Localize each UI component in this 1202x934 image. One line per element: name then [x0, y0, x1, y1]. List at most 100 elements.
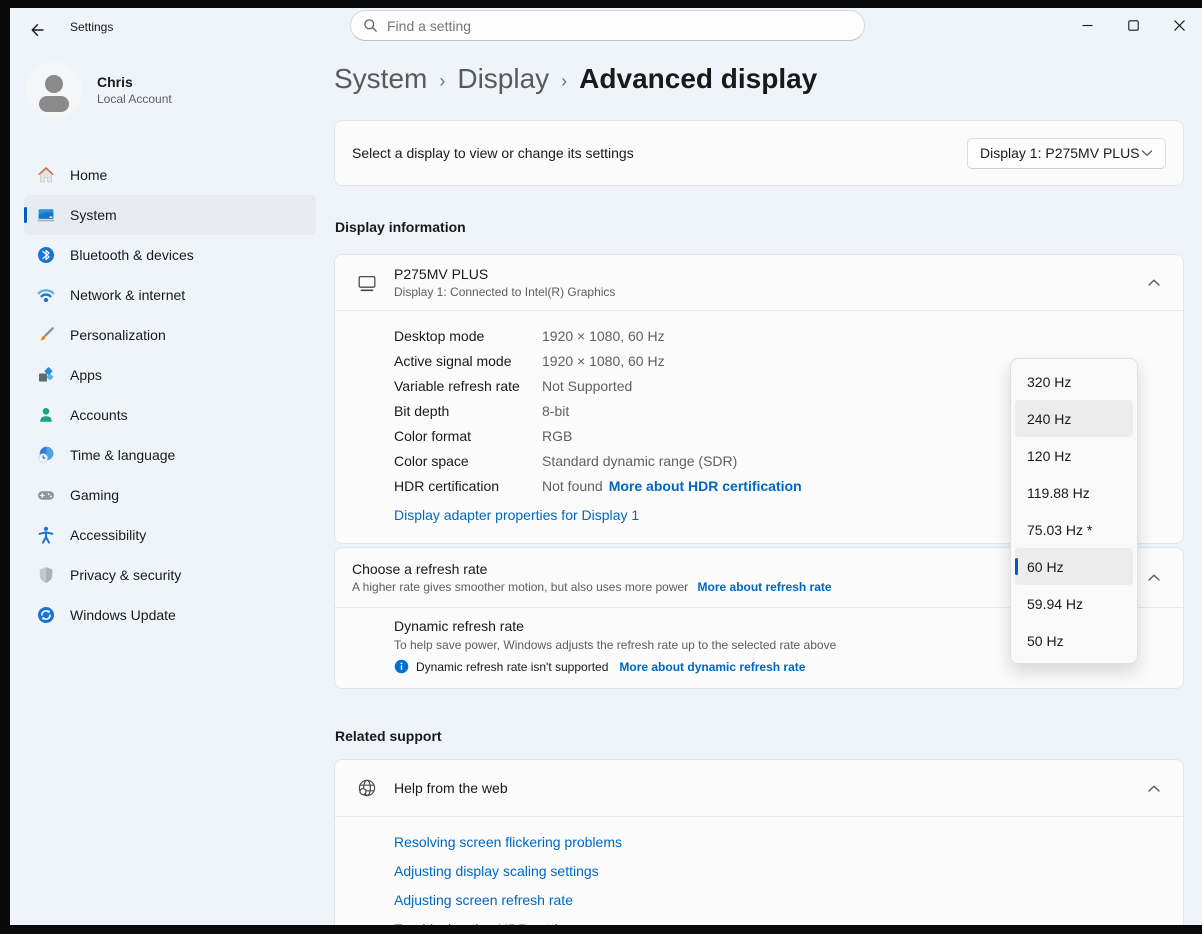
display-information-header[interactable]: P275MV PLUS Display 1: Connected to Inte…	[335, 255, 1183, 310]
related-support-card: Help from the web Resolving screen flick…	[334, 759, 1184, 925]
sidebar-item-gaming[interactable]: Gaming	[24, 475, 316, 515]
sidebar-item-label: Privacy & security	[70, 567, 181, 583]
sidebar-item-label: System	[70, 207, 117, 223]
refresh-rate-option[interactable]: 75.03 Hz *	[1015, 511, 1133, 548]
breadcrumb-system[interactable]: System	[334, 63, 427, 95]
system-icon	[36, 205, 56, 225]
device-name: P275MV PLUS	[394, 266, 1139, 282]
sidebar-item-privacy[interactable]: Privacy & security	[24, 555, 316, 595]
sidebar-item-label: Apps	[70, 367, 102, 383]
accessibility-icon	[36, 525, 56, 545]
apps-icon	[36, 365, 56, 385]
account-button[interactable]: Chris Local Account	[24, 58, 316, 128]
breadcrumb-display[interactable]: Display	[457, 63, 549, 95]
sidebar-item-home[interactable]: Home	[24, 155, 316, 195]
minimize-button[interactable]	[1064, 8, 1110, 42]
sidebar-item-label: Gaming	[70, 487, 119, 503]
account-name: Chris	[97, 74, 172, 90]
chevron-up-icon	[1147, 573, 1161, 582]
breadcrumb-separator-icon: ›	[439, 67, 445, 92]
info-icon	[394, 659, 409, 674]
sidebar-item-system[interactable]: System	[24, 195, 316, 235]
close-icon	[1174, 20, 1185, 31]
help-from-web-title: Help from the web	[394, 780, 1139, 796]
help-links: Resolving screen flickering problems Adj…	[335, 817, 1183, 925]
more-about-refresh-rate-link[interactable]: More about refresh rate	[698, 580, 832, 594]
update-icon	[36, 605, 56, 625]
display-adapter-properties-link[interactable]: Display adapter properties for Display 1	[394, 507, 639, 523]
search-box[interactable]	[350, 10, 865, 41]
maximize-icon	[1128, 20, 1139, 31]
sidebar-item-label: Home	[70, 167, 107, 183]
collapse-refresh-rate-button[interactable]	[1139, 563, 1169, 593]
sidebar-item-label: Personalization	[70, 327, 166, 343]
device-subtitle: Display 1: Connected to Intel(R) Graphic…	[394, 285, 1139, 299]
sidebar-item-apps[interactable]: Apps	[24, 355, 316, 395]
close-button[interactable]	[1156, 8, 1202, 42]
display-select-value: Display 1: P275MV PLUS	[980, 145, 1140, 161]
display-selector-card: Select a display to view or change its s…	[334, 120, 1184, 186]
help-link-flickering[interactable]: Resolving screen flickering problems	[394, 834, 1183, 850]
selected-indicator	[1015, 558, 1018, 575]
chevron-up-icon	[1147, 784, 1161, 793]
refresh-rate-option[interactable]: 59.94 Hz	[1015, 585, 1133, 622]
help-from-web-header[interactable]: Help from the web	[335, 760, 1183, 816]
collapse-display-info-button[interactable]	[1139, 268, 1169, 298]
detail-row: Desktop mode 1920 × 1080, 60 Hz	[394, 324, 1183, 349]
back-arrow-icon	[29, 22, 45, 38]
display-select-dropdown[interactable]: Display 1: P275MV PLUS	[967, 138, 1166, 169]
help-link-scaling[interactable]: Adjusting display scaling settings	[394, 863, 1183, 879]
display-selector-label: Select a display to view or change its s…	[352, 145, 634, 161]
sidebar-item-network[interactable]: Network & internet	[24, 275, 316, 315]
sidebar: Chris Local Account Home System Bluetoot…	[10, 50, 330, 925]
sidebar-item-personalization[interactable]: Personalization	[24, 315, 316, 355]
refresh-rate-option[interactable]: 320 Hz	[1015, 363, 1133, 400]
collapse-help-button[interactable]	[1139, 773, 1169, 803]
bluetooth-icon	[36, 245, 56, 265]
back-button[interactable]	[20, 17, 54, 43]
account-type: Local Account	[97, 92, 172, 106]
refresh-rate-option[interactable]: 120 Hz	[1015, 437, 1133, 474]
avatar	[26, 62, 82, 118]
sidebar-item-accessibility[interactable]: Accessibility	[24, 515, 316, 555]
more-about-dynamic-refresh-rate-link[interactable]: More about dynamic refresh rate	[619, 660, 805, 674]
page-title: Advanced display	[579, 63, 817, 95]
sidebar-item-bluetooth[interactable]: Bluetooth & devices	[24, 235, 316, 275]
window-controls	[1064, 8, 1202, 42]
minimize-icon	[1082, 20, 1093, 31]
section-title-display-information: Display information	[335, 219, 1184, 235]
sidebar-item-label: Network & internet	[70, 287, 185, 303]
help-link-hdr[interactable]: Troubleshooting HDR settings	[394, 921, 1183, 925]
gamepad-icon	[36, 485, 56, 505]
refresh-rate-flyout: 320 Hz 240 Hz 120 Hz 119.88 Hz 75.03 Hz …	[1010, 358, 1138, 664]
clock-globe-icon	[36, 445, 56, 465]
globe-search-icon	[356, 777, 378, 799]
sidebar-item-label: Accessibility	[70, 527, 146, 543]
titlebar: Settings	[10, 8, 1202, 50]
refresh-rate-option[interactable]: 240 Hz	[1015, 400, 1133, 437]
breadcrumb-separator-icon: ›	[561, 67, 567, 92]
help-link-refresh-rate[interactable]: Adjusting screen refresh rate	[394, 892, 1183, 908]
person-icon	[36, 405, 56, 425]
search-icon	[363, 18, 378, 33]
sidebar-item-label: Accounts	[70, 407, 128, 423]
refresh-rate-option-selected[interactable]: 60 Hz	[1015, 548, 1133, 585]
wifi-icon	[36, 285, 56, 305]
maximize-button[interactable]	[1110, 8, 1156, 42]
refresh-rate-option[interactable]: 50 Hz	[1015, 622, 1133, 659]
sidebar-item-label: Windows Update	[70, 607, 176, 623]
sidebar-nav: Home System Bluetooth & devices Network …	[24, 155, 316, 635]
hdr-certification-link[interactable]: More about HDR certification	[609, 474, 802, 499]
chevron-down-icon	[1141, 149, 1153, 157]
shield-icon	[36, 565, 56, 585]
search-input[interactable]	[387, 18, 852, 34]
refresh-rate-option[interactable]: 119.88 Hz	[1015, 474, 1133, 511]
brush-icon	[36, 325, 56, 345]
chevron-up-icon	[1147, 278, 1161, 287]
home-icon	[36, 165, 56, 185]
sidebar-item-accounts[interactable]: Accounts	[24, 395, 316, 435]
sidebar-item-time-language[interactable]: Time & language	[24, 435, 316, 475]
sidebar-item-windows-update[interactable]: Windows Update	[24, 595, 316, 635]
section-title-related-support: Related support	[335, 728, 1184, 744]
app-title: Settings	[70, 20, 113, 34]
